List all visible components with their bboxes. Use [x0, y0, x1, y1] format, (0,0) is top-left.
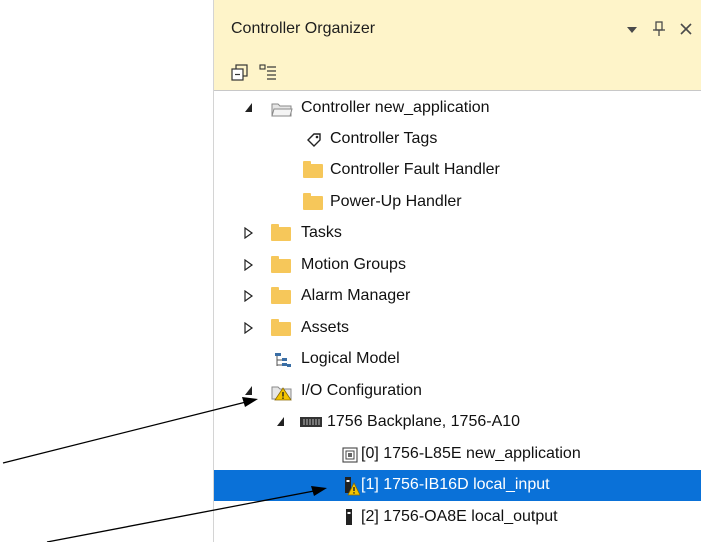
arrow-head-icon — [311, 486, 327, 496]
annotation-arrows — [2, 397, 327, 542]
callout-arrow-input-module — [46, 490, 315, 542]
arrow-head-icon — [242, 397, 258, 407]
callout-arrow-io-configuration — [2, 401, 247, 464]
